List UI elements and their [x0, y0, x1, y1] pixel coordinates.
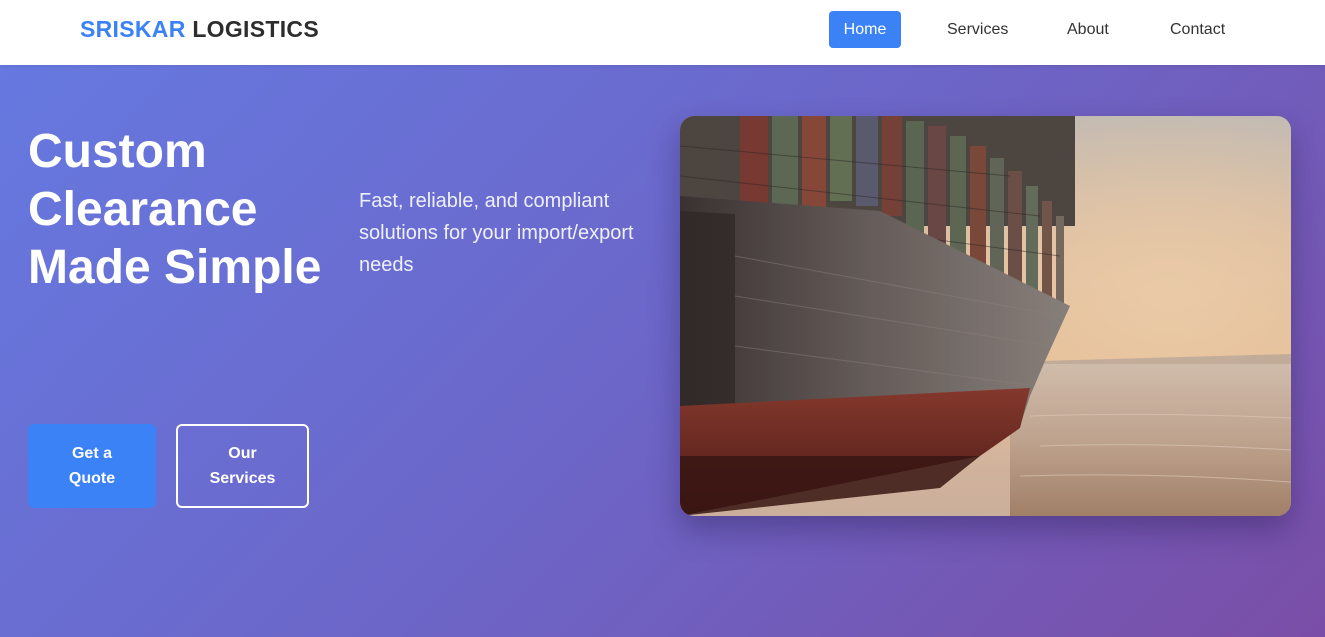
- brand-accent: SRISKAR: [80, 16, 186, 42]
- our-services-label: Our Services: [209, 445, 276, 487]
- nav-contact[interactable]: Contact: [1170, 11, 1225, 48]
- nav-services[interactable]: Services: [947, 11, 1008, 48]
- hero-section: Custom Clearance Made Simple Fast, relia…: [0, 65, 1325, 637]
- hero-title: Custom Clearance Made Simple: [28, 125, 322, 294]
- nav-home[interactable]: Home: [829, 11, 901, 48]
- cargo-ship-image: [680, 116, 1291, 516]
- navbar: SRISKAR LOGISTICS Home Services About Co…: [0, 0, 1325, 65]
- get-quote-button[interactable]: Get a Quote: [28, 424, 156, 508]
- get-quote-label: Get a Quote: [68, 445, 116, 487]
- brand-name: LOGISTICS: [192, 16, 319, 42]
- nav-about[interactable]: About: [1067, 11, 1109, 48]
- hero-subtitle: Fast, reliable, and compliant solutions …: [359, 190, 634, 276]
- brand-logo[interactable]: SRISKAR LOGISTICS: [80, 16, 319, 43]
- our-services-button[interactable]: Our Services: [176, 424, 309, 508]
